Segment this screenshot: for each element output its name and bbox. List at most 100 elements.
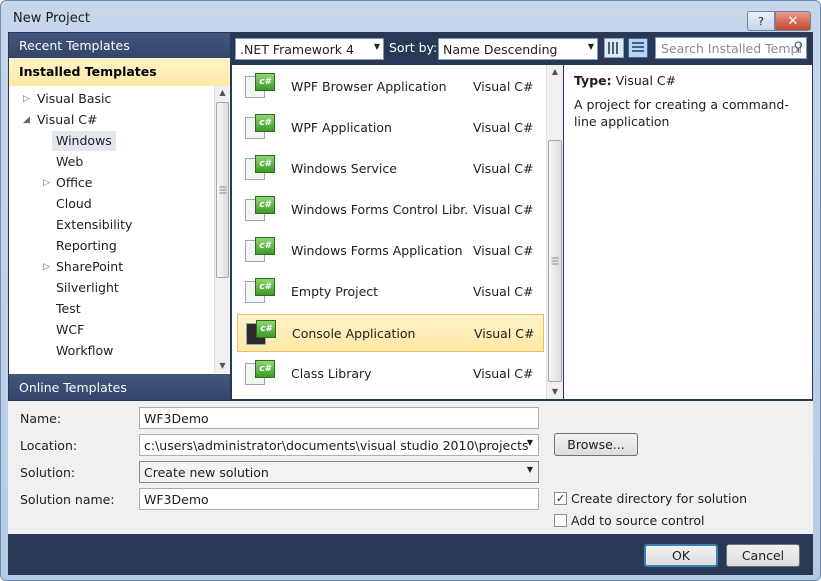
- tree-item-test[interactable]: Test: [56, 299, 81, 319]
- tree-item-extensibility[interactable]: Extensibility: [56, 215, 132, 235]
- title-bar: New Project ? ✕: [1, 1, 820, 31]
- tree-item-silverlight[interactable]: Silverlight: [56, 278, 119, 298]
- tree-item-reporting[interactable]: Reporting: [56, 236, 117, 256]
- windows-service-icon: c#: [245, 155, 275, 183]
- solution-name-value: WF3Demo: [144, 492, 209, 507]
- create-directory-checkbox[interactable]: ✓: [554, 492, 567, 505]
- new-project-dialog: New Project ? ✕ Recent Templates Install…: [0, 0, 821, 581]
- collapse-arrow-icon[interactable]: ◢: [23, 110, 33, 130]
- chevron-down-icon: ▼: [373, 42, 380, 51]
- template-name: WPF Application: [291, 120, 392, 135]
- tree-item-cloud[interactable]: Cloud: [56, 194, 92, 214]
- wpf-browser-icon: c#: [245, 73, 275, 101]
- category-tree: ▷ Visual Basic ◢ Visual C# Windows Web ▷…: [9, 87, 212, 399]
- ok-button[interactable]: OK: [644, 544, 718, 567]
- type-label: Type:: [574, 73, 612, 88]
- framework-select[interactable]: .NET Framework 4 ▼: [235, 38, 384, 60]
- console-app-icon: c#: [246, 320, 276, 348]
- detail-view-icon: [632, 42, 644, 54]
- cancel-button[interactable]: Cancel: [726, 544, 800, 567]
- location-value: c:\users\administrator\documents\visual …: [144, 438, 529, 453]
- template-item-console-app[interactable]: c# Console Application Visual C#: [237, 314, 544, 352]
- template-language: Visual C#: [473, 366, 534, 381]
- tree-item-visual-csharp[interactable]: Visual C#: [37, 110, 98, 130]
- template-language: Visual C#: [473, 284, 534, 299]
- winforms-control-library-icon: c#: [245, 196, 275, 224]
- expand-arrow-icon[interactable]: ▷: [43, 173, 53, 193]
- tree-item-office[interactable]: Office: [56, 173, 93, 193]
- source-control-checkbox[interactable]: [554, 514, 567, 527]
- tree-item-windows[interactable]: Windows: [52, 131, 116, 151]
- installed-templates-header[interactable]: Installed Templates: [9, 58, 230, 86]
- name-label: Name:: [20, 411, 62, 426]
- template-description: A project for creating a command-line ap…: [574, 97, 789, 129]
- template-item-wpf-browser[interactable]: c# WPF Browser Application Visual C#: [237, 68, 544, 106]
- search-icon[interactable]: ⚲: [793, 40, 803, 55]
- template-language: Visual C#: [473, 161, 534, 176]
- solution-select[interactable]: Create new solution ▼: [139, 461, 539, 483]
- source-control-label: Add to source control: [571, 513, 705, 528]
- template-name: Windows Forms Application: [291, 243, 463, 258]
- close-button[interactable]: ✕: [775, 11, 811, 31]
- chevron-down-icon: ▼: [526, 438, 533, 447]
- templates-scrollbar[interactable]: ▲ ▼: [546, 65, 563, 399]
- scrollbar-thumb[interactable]: [216, 102, 229, 278]
- template-item-wpf-app[interactable]: c# WPF Application Visual C#: [237, 109, 544, 147]
- scroll-down-icon[interactable]: ▼: [215, 359, 230, 373]
- template-item-class-library[interactable]: c# Class Library Visual C#: [237, 355, 544, 393]
- template-details-panel: Type: Visual C# A project for creating a…: [564, 65, 812, 399]
- template-name: WPF Browser Application: [291, 79, 447, 94]
- search-templates-input[interactable]: Search Installed Templ ⚲: [655, 37, 807, 59]
- template-item-winforms-app[interactable]: c# Windows Forms Application Visual C#: [237, 232, 544, 270]
- class-library-icon: c#: [245, 360, 275, 388]
- template-categories-panel: Recent Templates Installed Templates ▷ V…: [9, 33, 230, 399]
- location-combo[interactable]: c:\users\administrator\documents\visual …: [139, 434, 539, 456]
- dialog-footer: OK Cancel: [8, 534, 813, 575]
- sort-label: Sort by:: [389, 40, 438, 55]
- sort-select[interactable]: Name Descending ▼: [438, 38, 598, 60]
- window-title: New Project: [13, 11, 90, 26]
- list-view-icon: [608, 42, 620, 54]
- template-item-windows-service[interactable]: c# Windows Service Visual C#: [237, 150, 544, 188]
- chevron-down-icon: ▼: [587, 42, 594, 51]
- tree-item-web[interactable]: Web: [56, 152, 83, 172]
- browse-button[interactable]: Browse...: [554, 433, 638, 456]
- type-row: Type: Visual C#: [574, 73, 802, 88]
- categories-scrollbar[interactable]: ▲ ▼: [214, 86, 230, 373]
- template-language: Visual C#: [473, 79, 534, 94]
- scroll-up-icon[interactable]: ▲: [215, 86, 230, 100]
- tree-item-workflow[interactable]: Workflow: [56, 341, 113, 361]
- template-toolbar: .NET Framework 4 ▼ Sort by: Name Descend…: [232, 34, 812, 62]
- template-language: Visual C#: [473, 243, 534, 258]
- winforms-app-icon: c#: [245, 237, 275, 265]
- create-directory-label: Create directory for solution: [571, 491, 748, 506]
- help-button[interactable]: ?: [747, 11, 775, 31]
- expand-arrow-icon[interactable]: ▷: [43, 257, 53, 277]
- expand-arrow-icon[interactable]: ▷: [23, 89, 33, 109]
- list-view-button[interactable]: [604, 38, 624, 58]
- sort-value: Name Descending: [443, 42, 558, 57]
- tree-item-wcf[interactable]: WCF: [56, 320, 84, 340]
- detail-view-button[interactable]: [628, 38, 648, 58]
- project-name-field[interactable]: WF3Demo: [139, 407, 539, 429]
- tree-item-sharepoint[interactable]: SharePoint: [56, 257, 123, 277]
- scroll-down-icon[interactable]: ▼: [547, 385, 563, 399]
- solution-label: Solution:: [20, 465, 76, 480]
- template-language: Visual C#: [474, 326, 535, 341]
- template-name: Empty Project: [291, 284, 379, 299]
- template-item-winforms-control-lib[interactable]: c# Windows Forms Control Libr... Visual …: [237, 191, 544, 229]
- dialog-body: Recent Templates Installed Templates ▷ V…: [8, 32, 813, 575]
- template-language: Visual C#: [473, 202, 534, 217]
- template-language: Visual C#: [473, 120, 534, 135]
- scroll-up-icon[interactable]: ▲: [547, 65, 563, 79]
- tree-item-visual-basic[interactable]: Visual Basic: [37, 89, 111, 109]
- search-placeholder: Search Installed Templ: [661, 41, 802, 56]
- online-templates-header[interactable]: Online Templates: [9, 374, 230, 400]
- recent-templates-header[interactable]: Recent Templates: [9, 33, 230, 58]
- solution-name-field[interactable]: WF3Demo: [139, 488, 539, 510]
- scrollbar-thumb[interactable]: [548, 140, 562, 382]
- template-name: Class Library: [291, 366, 372, 381]
- template-item-empty-project[interactable]: c# Empty Project Visual C#: [237, 273, 544, 311]
- chevron-down-icon: ▼: [526, 465, 533, 474]
- template-list: c# WPF Browser Application Visual C# c# …: [232, 65, 563, 399]
